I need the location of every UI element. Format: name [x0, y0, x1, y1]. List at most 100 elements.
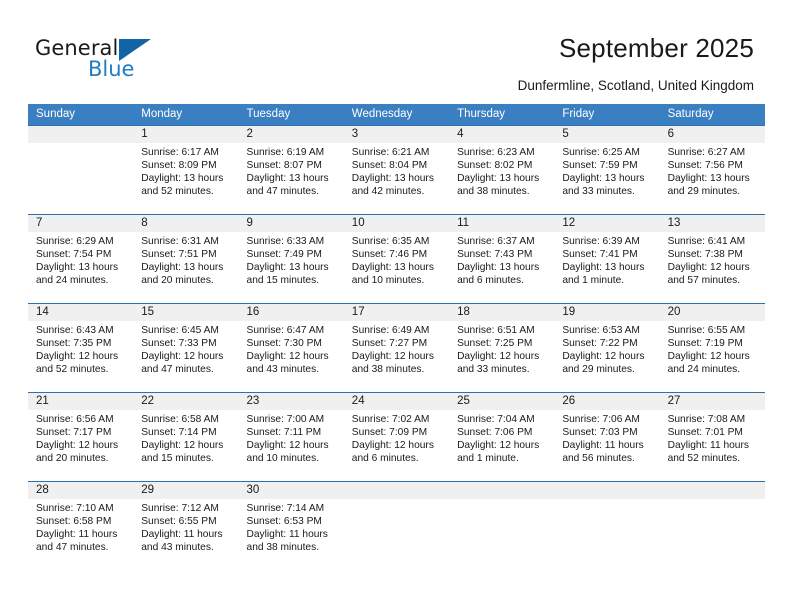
- day-number[interactable]: 3: [344, 126, 449, 143]
- sunset-text: Sunset: 6:55 PM: [141, 516, 217, 528]
- day-cell[interactable]: Sunrise: 6:25 AM Sunset: 7:59 PM Dayligh…: [554, 143, 659, 214]
- weekday-header-thursday: Thursday: [457, 108, 505, 120]
- daylight-text-line2: and 56 minutes.: [562, 453, 635, 465]
- sunset-text: Sunset: 7:46 PM: [351, 249, 428, 261]
- day-cell[interactable]: Sunrise: 7:00 AM Sunset: 7:11 PM Dayligh…: [239, 410, 344, 481]
- day-cell[interactable]: Sunrise: 6:29 AM Sunset: 7:54 PM Dayligh…: [28, 232, 133, 303]
- day-number[interactable]: 20: [660, 304, 765, 321]
- daylight-text-line1: Daylight: 13 hours: [246, 173, 329, 185]
- day-number[interactable]: [28, 126, 133, 143]
- day-number[interactable]: 11: [449, 215, 554, 232]
- day-number[interactable]: 29: [133, 482, 238, 499]
- daylight-text-line2: and 33 minutes.: [457, 364, 530, 376]
- day-number[interactable]: 10: [344, 215, 449, 232]
- day-cell[interactable]: Sunrise: 6:55 AM Sunset: 7:19 PM Dayligh…: [660, 321, 765, 392]
- general-blue-logo[interactable]: General Blue: [35, 36, 215, 88]
- page-subtitle-location: Dunfermline, Scotland, United Kingdom: [517, 78, 754, 93]
- day-cell[interactable]: Sunrise: 6:45 AM Sunset: 7:33 PM Dayligh…: [133, 321, 238, 392]
- day-number[interactable]: 4: [449, 126, 554, 143]
- day-cell[interactable]: [660, 499, 765, 570]
- day-cell[interactable]: Sunrise: 7:04 AM Sunset: 7:06 PM Dayligh…: [449, 410, 554, 481]
- day-cell[interactable]: Sunrise: 7:06 AM Sunset: 7:03 PM Dayligh…: [554, 410, 659, 481]
- day-number[interactable]: 1: [133, 126, 238, 143]
- calendar-page: General Blue September 2025 Dunfermline,…: [0, 0, 792, 612]
- day-cell[interactable]: Sunrise: 6:27 AM Sunset: 7:56 PM Dayligh…: [660, 143, 765, 214]
- day-cell[interactable]: Sunrise: 6:21 AM Sunset: 8:04 PM Dayligh…: [344, 143, 449, 214]
- day-number[interactable]: 25: [449, 393, 554, 410]
- day-number[interactable]: 15: [133, 304, 238, 321]
- day-number[interactable]: 2: [239, 126, 344, 143]
- sunrise-text: Sunrise: 6:27 AM: [667, 147, 746, 158]
- day-cell[interactable]: Sunrise: 7:12 AM Sunset: 6:55 PM Dayligh…: [133, 499, 238, 570]
- day-number[interactable]: 17: [344, 304, 449, 321]
- day-cell[interactable]: Sunrise: 6:35 AM Sunset: 7:46 PM Dayligh…: [344, 232, 449, 303]
- day-number[interactable]: [449, 482, 554, 499]
- day-cell[interactable]: [554, 499, 659, 570]
- day-cell[interactable]: Sunrise: 6:31 AM Sunset: 7:51 PM Dayligh…: [133, 232, 238, 303]
- day-cell[interactable]: Sunrise: 6:19 AM Sunset: 8:07 PM Dayligh…: [239, 143, 344, 214]
- sunrise-text: Sunrise: 7:10 AM: [36, 503, 114, 514]
- day-number[interactable]: 8: [133, 215, 238, 232]
- sunset-text: Sunset: 7:01 PM: [667, 427, 743, 439]
- sunset-text: Sunset: 7:43 PM: [457, 249, 533, 261]
- day-number[interactable]: 16: [239, 304, 344, 321]
- day-number[interactable]: 7: [28, 215, 133, 232]
- day-cell[interactable]: Sunrise: 6:23 AM Sunset: 8:02 PM Dayligh…: [449, 143, 554, 214]
- daylight-text-line1: Daylight: 13 hours: [246, 262, 329, 274]
- day-number[interactable]: 30: [239, 482, 344, 499]
- week-detail-band: Sunrise: 6:29 AM Sunset: 7:54 PM Dayligh…: [28, 232, 765, 303]
- day-number[interactable]: [554, 482, 659, 499]
- day-cell[interactable]: Sunrise: 6:51 AM Sunset: 7:25 PM Dayligh…: [449, 321, 554, 392]
- day-cell[interactable]: Sunrise: 6:47 AM Sunset: 7:30 PM Dayligh…: [239, 321, 344, 392]
- day-cell[interactable]: Sunrise: 6:41 AM Sunset: 7:38 PM Dayligh…: [660, 232, 765, 303]
- weekday-header-row: Sunday Monday Tuesday Wednesday Thursday…: [28, 104, 765, 125]
- daylight-text-line2: and 52 minutes.: [667, 453, 741, 465]
- day-number[interactable]: 27: [660, 393, 765, 410]
- day-number[interactable]: 19: [554, 304, 659, 321]
- day-number[interactable]: 23: [239, 393, 344, 410]
- sunset-text: Sunset: 7:33 PM: [141, 338, 217, 350]
- day-cell[interactable]: Sunrise: 6:17 AM Sunset: 8:09 PM Dayligh…: [133, 143, 238, 214]
- day-cell[interactable]: Sunrise: 6:58 AM Sunset: 7:14 PM Dayligh…: [133, 410, 238, 481]
- day-number[interactable]: 26: [554, 393, 659, 410]
- day-cell[interactable]: Sunrise: 6:53 AM Sunset: 7:22 PM Dayligh…: [554, 321, 659, 392]
- day-cell[interactable]: Sunrise: 6:49 AM Sunset: 7:27 PM Dayligh…: [344, 321, 449, 392]
- day-number[interactable]: 12: [554, 215, 659, 232]
- day-cell[interactable]: Sunrise: 7:02 AM Sunset: 7:09 PM Dayligh…: [344, 410, 449, 481]
- daylight-text-line2: and 43 minutes.: [141, 542, 214, 554]
- daylight-text-line1: Daylight: 12 hours: [457, 440, 540, 452]
- day-number[interactable]: 14: [28, 304, 133, 321]
- day-number[interactable]: 24: [344, 393, 449, 410]
- day-cell[interactable]: Sunrise: 6:33 AM Sunset: 7:49 PM Dayligh…: [239, 232, 344, 303]
- day-number[interactable]: 18: [449, 304, 554, 321]
- day-number[interactable]: 13: [660, 215, 765, 232]
- day-number[interactable]: 21: [28, 393, 133, 410]
- day-number[interactable]: 28: [28, 482, 133, 499]
- day-cell[interactable]: Sunrise: 6:39 AM Sunset: 7:41 PM Dayligh…: [554, 232, 659, 303]
- day-cell[interactable]: [449, 499, 554, 570]
- day-cell[interactable]: [28, 143, 133, 214]
- daylight-text-line2: and 10 minutes.: [351, 275, 425, 287]
- day-number[interactable]: 9: [239, 215, 344, 232]
- day-number[interactable]: [344, 482, 449, 499]
- daylight-text-line1: Daylight: 12 hours: [667, 262, 750, 274]
- week-daynumber-band: 7 8 9 10 11 12 13: [28, 215, 765, 232]
- day-cell[interactable]: Sunrise: 6:37 AM Sunset: 7:43 PM Dayligh…: [449, 232, 554, 303]
- day-cell[interactable]: Sunrise: 6:43 AM Sunset: 7:35 PM Dayligh…: [28, 321, 133, 392]
- day-cell[interactable]: [344, 499, 449, 570]
- day-cell[interactable]: Sunrise: 7:14 AM Sunset: 6:53 PM Dayligh…: [239, 499, 344, 570]
- page-title: September 2025: [558, 33, 754, 63]
- day-cell[interactable]: Sunrise: 6:56 AM Sunset: 7:17 PM Dayligh…: [28, 410, 133, 481]
- sunrise-text: Sunrise: 7:00 AM: [246, 414, 325, 425]
- day-number[interactable]: 6: [660, 126, 765, 143]
- daylight-text-line2: and 43 minutes.: [246, 364, 320, 376]
- day-number[interactable]: 22: [133, 393, 238, 410]
- daylight-text-line2: and 24 minutes.: [36, 275, 109, 287]
- sunrise-text: Sunrise: 6:43 AM: [36, 325, 114, 336]
- day-cell[interactable]: Sunrise: 7:08 AM Sunset: 7:01 PM Dayligh…: [660, 410, 765, 481]
- sunset-text: Sunset: 7:38 PM: [667, 249, 743, 261]
- sunrise-text: Sunrise: 7:08 AM: [667, 414, 746, 425]
- day-number[interactable]: [660, 482, 765, 499]
- day-cell[interactable]: Sunrise: 7:10 AM Sunset: 6:58 PM Dayligh…: [28, 499, 133, 570]
- day-number[interactable]: 5: [554, 126, 659, 143]
